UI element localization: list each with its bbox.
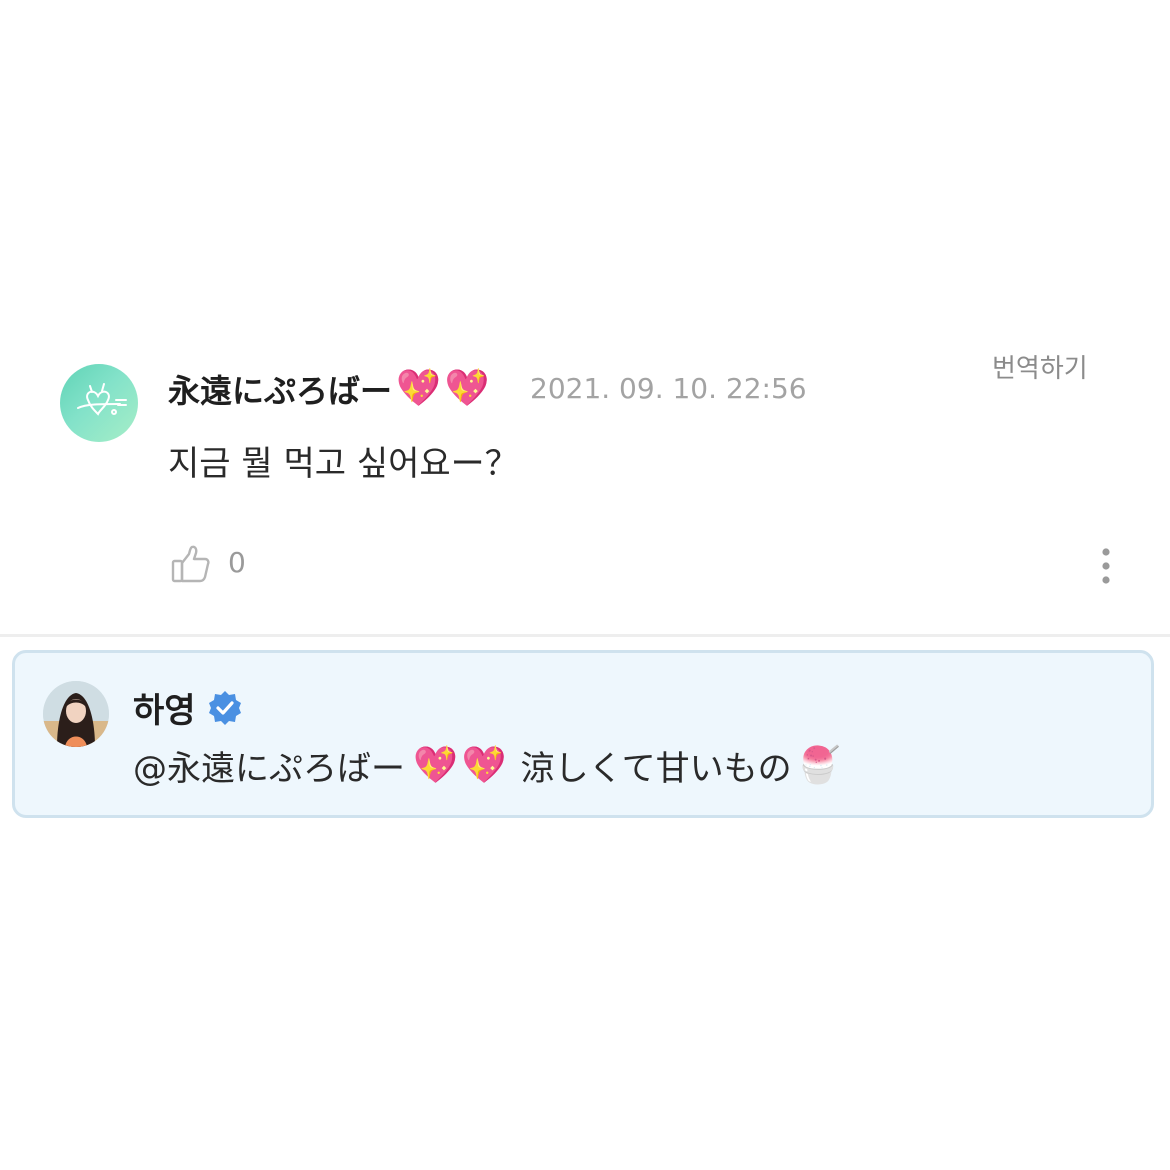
username-text: 하영 bbox=[133, 691, 196, 731]
commenter-username[interactable]: 永遠にぷろばー 💖 💖 bbox=[168, 366, 490, 412]
username-text: 永遠にぷろばー bbox=[168, 372, 393, 410]
verified-badge-icon bbox=[208, 690, 241, 725]
shaved-ice-emoji: 🍧 bbox=[795, 744, 841, 786]
reply-message: 涼しくて甘いもの bbox=[520, 749, 792, 789]
signature-logo-icon bbox=[77, 383, 127, 416]
comment-text: 지금 뭘 먹고 싶어요ー？ bbox=[168, 444, 519, 484]
sparkling-heart-emoji: 💖 bbox=[461, 744, 507, 786]
reply-text: @永遠にぷろばー 💖 💖 涼しくて甘いもの 🍧 bbox=[133, 741, 840, 790]
artist-reply-card: 하영 @永遠にぷろばー 💖 💖 涼しくて甘いもの 🍧 bbox=[12, 650, 1154, 818]
artist-username[interactable]: 하영 bbox=[133, 683, 244, 732]
sparkling-heart-emoji: 💖 bbox=[396, 368, 441, 409]
profile-photo-icon bbox=[43, 681, 109, 747]
sparkling-heart-emoji: 💖 bbox=[413, 744, 458, 786]
sparkling-heart-emoji: 💖 bbox=[444, 368, 490, 409]
mention-link[interactable]: @永遠にぷろばー bbox=[133, 741, 405, 790]
divider bbox=[0, 634, 1170, 637]
thumbs-up-icon[interactable] bbox=[170, 544, 212, 584]
translate-button[interactable]: 번역하기 bbox=[992, 348, 1088, 385]
comment-timestamp: 2021. 09. 10. 22:56 bbox=[530, 372, 807, 405]
artist-avatar[interactable] bbox=[43, 681, 109, 747]
commenter-avatar[interactable] bbox=[60, 364, 138, 442]
like-count: 0 bbox=[228, 546, 246, 579]
more-vertical-icon[interactable] bbox=[1098, 546, 1114, 586]
